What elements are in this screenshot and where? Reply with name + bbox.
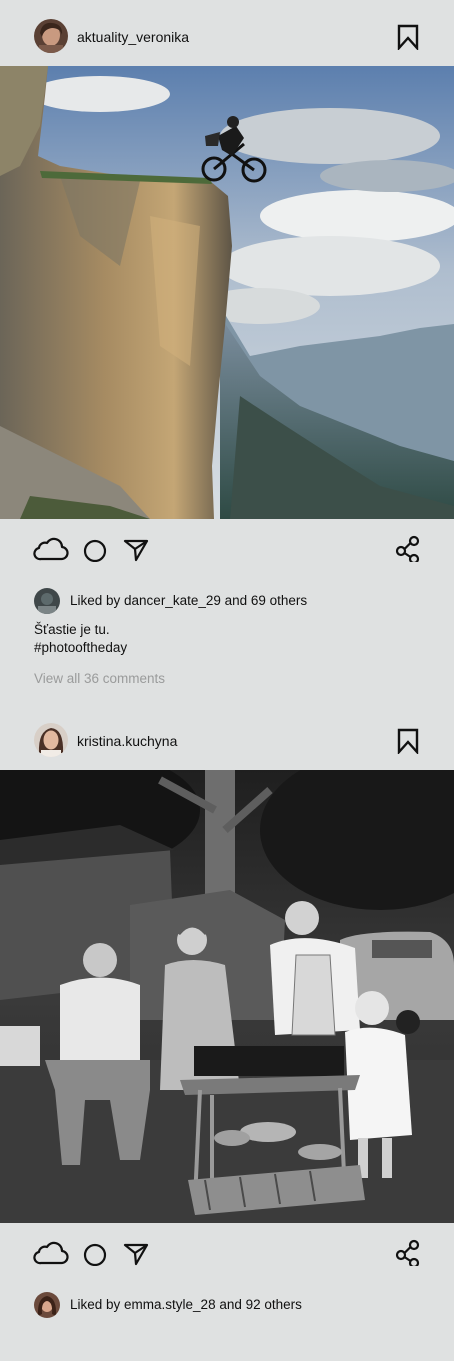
- liked-by-text[interactable]: Liked by emma.style_28 and 92 others: [70, 1297, 302, 1312]
- caption-text: Šťastie je tu.: [34, 622, 110, 637]
- post-2: kristina.kuchyna Liked by emma.style_28 …: [0, 718, 454, 1361]
- post-username[interactable]: kristina.kuchyna: [77, 733, 177, 749]
- post-header: aktuality_veronika: [0, 0, 454, 66]
- comment-circle-icon[interactable]: [82, 534, 108, 567]
- liked-by-row: Liked by dancer_kate_29 and 69 others: [0, 586, 454, 616]
- liker-avatar[interactable]: [34, 1292, 60, 1318]
- comment-circle-icon[interactable]: [82, 1238, 108, 1271]
- caption-hashtag[interactable]: #photooftheday: [34, 639, 127, 657]
- view-comments-link[interactable]: View all 36 comments: [34, 671, 165, 686]
- share-icon[interactable]: [395, 1238, 421, 1271]
- post-caption: Šťastie je tu. #photooftheday: [34, 621, 127, 657]
- bookmark-icon[interactable]: [396, 728, 420, 756]
- post-photo[interactable]: [0, 66, 454, 519]
- send-icon[interactable]: [122, 1238, 150, 1271]
- post-actions: [0, 534, 454, 570]
- avatar[interactable]: [34, 723, 68, 757]
- like-cloud-icon[interactable]: [33, 1238, 69, 1271]
- like-cloud-icon[interactable]: [33, 534, 69, 567]
- post-username[interactable]: aktuality_veronika: [77, 29, 189, 45]
- send-icon[interactable]: [122, 534, 150, 567]
- post-1: aktuality_veronika Liked by dancer_kate_…: [0, 0, 454, 700]
- liked-by-row: Liked by emma.style_28 and 92 others: [0, 1290, 454, 1320]
- bookmark-icon[interactable]: [396, 24, 420, 52]
- post-actions: [0, 1238, 454, 1274]
- liker-avatar[interactable]: [34, 588, 60, 614]
- post-photo[interactable]: [0, 770, 454, 1223]
- post-header: kristina.kuchyna: [0, 718, 454, 770]
- share-icon[interactable]: [395, 534, 421, 567]
- liked-by-text[interactable]: Liked by dancer_kate_29 and 69 others: [70, 593, 307, 608]
- avatar[interactable]: [34, 19, 68, 53]
